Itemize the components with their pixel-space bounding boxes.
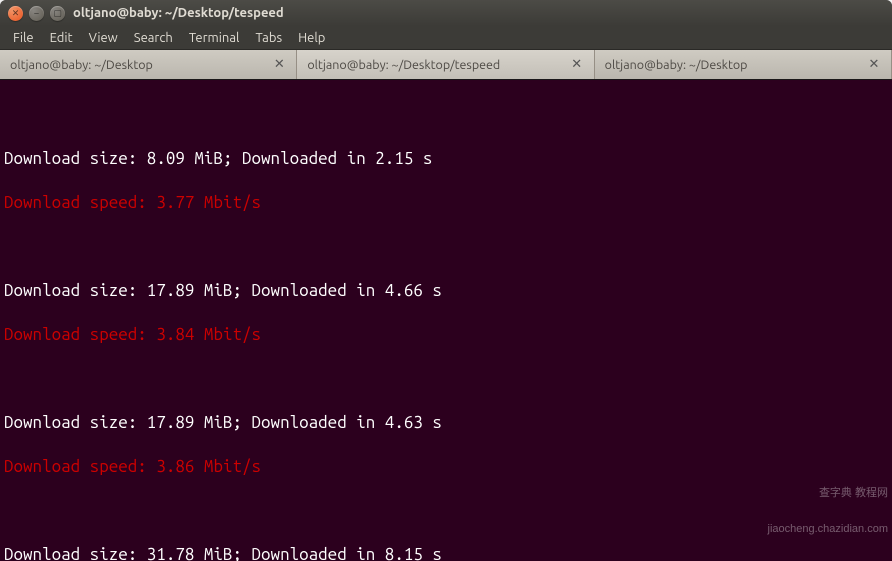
menu-tabs[interactable]: Tabs xyxy=(248,29,289,47)
output-line xyxy=(4,104,888,126)
titlebar[interactable]: ✕ – ▢ oltjano@baby: ~/Desktop/tespeed xyxy=(0,0,892,26)
output-line: Download size: 8.09 MiB; Downloaded in 2… xyxy=(4,148,888,170)
close-icon[interactable]: ✕ xyxy=(867,58,881,72)
minimize-icon[interactable]: – xyxy=(29,6,44,21)
output-line: Download size: 31.78 MiB; Downloaded in … xyxy=(4,544,888,561)
menu-terminal[interactable]: Terminal xyxy=(182,29,247,47)
menubar: File Edit View Search Terminal Tabs Help xyxy=(0,26,892,50)
output-line: Download size: 17.89 MiB; Downloaded in … xyxy=(4,412,888,434)
menu-search[interactable]: Search xyxy=(127,29,180,47)
download-speed-line: Download speed: 3.86 Mbit/s xyxy=(4,456,888,478)
window-controls: ✕ – ▢ xyxy=(8,6,65,21)
output-line xyxy=(4,236,888,258)
menu-help[interactable]: Help xyxy=(291,29,332,47)
output-line: Download size: 17.89 MiB; Downloaded in … xyxy=(4,280,888,302)
output-line xyxy=(4,500,888,522)
terminal-output[interactable]: Download size: 8.09 MiB; Downloaded in 2… xyxy=(0,80,892,561)
tabbar: oltjano@baby: ~/Desktop ✕ oltjano@baby: … xyxy=(0,50,892,80)
menu-view[interactable]: View xyxy=(82,29,125,47)
terminal-window: ✕ – ▢ oltjano@baby: ~/Desktop/tespeed Fi… xyxy=(0,0,892,561)
tab-label: oltjano@baby: ~/Desktop xyxy=(10,58,266,72)
tab-label: oltjano@baby: ~/Desktop/tespeed xyxy=(307,58,563,72)
close-icon[interactable]: ✕ xyxy=(570,58,584,72)
close-icon[interactable]: ✕ xyxy=(272,58,286,72)
window-title: oltjano@baby: ~/Desktop/tespeed xyxy=(73,6,284,20)
output-line xyxy=(4,368,888,390)
download-speed-line: Download speed: 3.84 Mbit/s xyxy=(4,324,888,346)
download-speed-line: Download speed: 3.77 Mbit/s xyxy=(4,192,888,214)
tab-label: oltjano@baby: ~/Desktop xyxy=(605,58,861,72)
maximize-icon[interactable]: ▢ xyxy=(50,6,65,21)
tab-1[interactable]: oltjano@baby: ~/Desktop ✕ xyxy=(0,50,297,79)
tab-2-active[interactable]: oltjano@baby: ~/Desktop/tespeed ✕ xyxy=(297,50,594,79)
close-icon[interactable]: ✕ xyxy=(8,6,23,21)
menu-edit[interactable]: Edit xyxy=(43,29,80,47)
watermark-text: jiaocheng.chazidian.com xyxy=(768,523,888,535)
tab-3[interactable]: oltjano@baby: ~/Desktop ✕ xyxy=(595,50,892,79)
watermark-text: 查字典 教程网 xyxy=(768,487,888,499)
menu-file[interactable]: File xyxy=(6,29,41,47)
